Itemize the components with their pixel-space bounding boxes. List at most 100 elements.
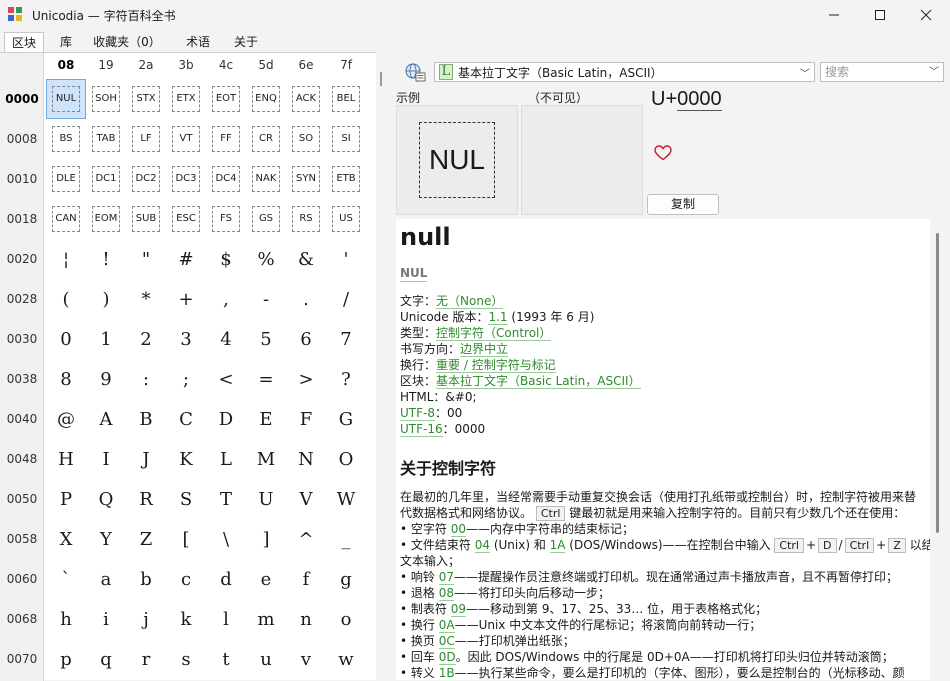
char-cell[interactable]: 9 xyxy=(86,359,126,399)
char-cell[interactable]: G xyxy=(326,399,366,439)
char-cell[interactable]: ` xyxy=(46,559,86,599)
char-cell[interactable]: TAB xyxy=(86,119,126,159)
char-cell[interactable]: q xyxy=(86,639,126,679)
char-cell[interactable]: L xyxy=(206,439,246,479)
char-cell[interactable]: / xyxy=(326,279,366,319)
char-cell[interactable]: 4 xyxy=(206,319,246,359)
char-cell[interactable]: d xyxy=(206,559,246,599)
close-icon[interactable] xyxy=(903,0,949,30)
char-cell[interactable]: o xyxy=(326,599,366,639)
char-cell[interactable]: . xyxy=(286,279,326,319)
char-cell[interactable]: ETX xyxy=(166,79,206,119)
char-cell[interactable]: J xyxy=(126,439,166,479)
char-cell[interactable]: F xyxy=(286,399,326,439)
property-value[interactable]: 基本拉丁文字（Basic Latin，ASCII） xyxy=(436,374,641,389)
char-cell[interactable]: m xyxy=(246,599,286,639)
minimize-icon[interactable] xyxy=(811,0,857,30)
char-cell[interactable]: D xyxy=(206,399,246,439)
char-cell[interactable]: O xyxy=(326,439,366,479)
char-cell[interactable]: ETB xyxy=(326,159,366,199)
details-scrollbar[interactable] xyxy=(936,233,939,533)
char-cell[interactable]: r xyxy=(126,639,166,679)
tab-blocks[interactable]: 区块 xyxy=(4,32,44,52)
property-key[interactable]: UTF-8 xyxy=(400,406,435,421)
char-cell[interactable]: b xyxy=(126,559,166,599)
char-cell[interactable]: 8 xyxy=(46,359,86,399)
char-cell[interactable]: a xyxy=(86,559,126,599)
char-cell[interactable]: f xyxy=(286,559,326,599)
property-value[interactable]: 1.1 xyxy=(488,310,508,325)
char-cell[interactable]: i xyxy=(86,599,126,639)
block-select[interactable]: L 基本拉丁文字（Basic Latin，ASCII） ﹀ xyxy=(434,62,815,82)
property-value[interactable]: 边界中立 xyxy=(460,342,509,357)
char-cell[interactable]: k xyxy=(166,599,206,639)
char-cell[interactable]: v xyxy=(286,639,326,679)
property-value[interactable]: 无（None） xyxy=(436,294,504,309)
tab-favorites[interactable]: 收藏夹（0） xyxy=(90,32,164,52)
char-cell[interactable]: SI xyxy=(326,119,366,159)
char-cell[interactable]: T xyxy=(206,479,246,519)
char-cell[interactable]: * xyxy=(126,279,166,319)
char-cell[interactable]: ENQ xyxy=(246,79,286,119)
char-cell[interactable]: p xyxy=(46,639,86,679)
char-cell[interactable]: n xyxy=(286,599,326,639)
tab-glossary[interactable]: 术语 xyxy=(178,32,218,52)
char-code-link[interactable]: 04 xyxy=(474,538,490,553)
globe-icon[interactable] xyxy=(404,62,426,82)
char-cell[interactable]: DC4 xyxy=(206,159,246,199)
char-cell[interactable]: BS xyxy=(46,119,86,159)
char-cell[interactable]: EOM xyxy=(86,199,126,239)
char-cell[interactable]: Z xyxy=(126,519,166,559)
char-cell[interactable]: ! xyxy=(86,239,126,279)
char-cell[interactable]: e xyxy=(246,559,286,599)
char-cell[interactable]: , xyxy=(206,279,246,319)
char-cell[interactable]: DC3 xyxy=(166,159,206,199)
char-cell[interactable]: STX xyxy=(126,79,166,119)
char-cell[interactable]: Y xyxy=(86,519,126,559)
char-cell[interactable]: - xyxy=(246,279,286,319)
char-cell[interactable]: P xyxy=(46,479,86,519)
char-cell[interactable]: A xyxy=(86,399,126,439)
char-cell[interactable]: LF xyxy=(126,119,166,159)
copy-button[interactable]: 复制 xyxy=(647,194,719,215)
char-code-link[interactable]: 0D xyxy=(438,650,456,665)
char-cell[interactable]: ? xyxy=(326,359,366,399)
char-cell[interactable]: SYN xyxy=(286,159,326,199)
char-cell[interactable]: 2 xyxy=(126,319,166,359)
search-input[interactable]: 搜索 ﹀ xyxy=(820,62,944,82)
char-cell[interactable]: = xyxy=(246,359,286,399)
char-cell[interactable]: ACK xyxy=(286,79,326,119)
char-cell[interactable]: ; xyxy=(166,359,206,399)
char-cell[interactable]: V xyxy=(286,479,326,519)
char-cell[interactable]: DC2 xyxy=(126,159,166,199)
splitter-handle[interactable] xyxy=(380,72,382,86)
char-cell[interactable]: 1 xyxy=(86,319,126,359)
char-cell[interactable]: ESC xyxy=(166,199,206,239)
char-cell[interactable]: l xyxy=(206,599,246,639)
char-cell[interactable]: FS xyxy=(206,199,246,239)
char-cell[interactable]: ^ xyxy=(286,519,326,559)
char-cell[interactable]: ¦ xyxy=(46,239,86,279)
char-cell[interactable]: R xyxy=(126,479,166,519)
char-cell[interactable]: 0 xyxy=(46,319,86,359)
char-cell[interactable]: 6 xyxy=(286,319,326,359)
char-cell[interactable]: E xyxy=(246,399,286,439)
char-cell[interactable]: EOT xyxy=(206,79,246,119)
char-cell[interactable]: US xyxy=(326,199,366,239)
property-value[interactable]: 控制字符（Control） xyxy=(436,326,552,341)
char-cell[interactable]: c xyxy=(166,559,206,599)
char-cell[interactable]: VT xyxy=(166,119,206,159)
char-cell[interactable]: 3 xyxy=(166,319,206,359)
char-code-link[interactable]: 00 xyxy=(450,522,466,537)
char-cell[interactable]: $ xyxy=(206,239,246,279)
chevron-down-icon[interactable]: ﹀ xyxy=(929,64,939,82)
char-cell[interactable]: RS xyxy=(286,199,326,239)
char-cell[interactable]: NUL xyxy=(46,79,86,119)
char-cell[interactable]: s xyxy=(166,639,206,679)
char-cell[interactable]: K xyxy=(166,439,206,479)
char-cell[interactable]: + xyxy=(166,279,206,319)
char-cell[interactable]: FF xyxy=(206,119,246,159)
char-cell[interactable]: B xyxy=(126,399,166,439)
char-cell[interactable]: @ xyxy=(46,399,86,439)
maximize-icon[interactable] xyxy=(857,0,903,30)
